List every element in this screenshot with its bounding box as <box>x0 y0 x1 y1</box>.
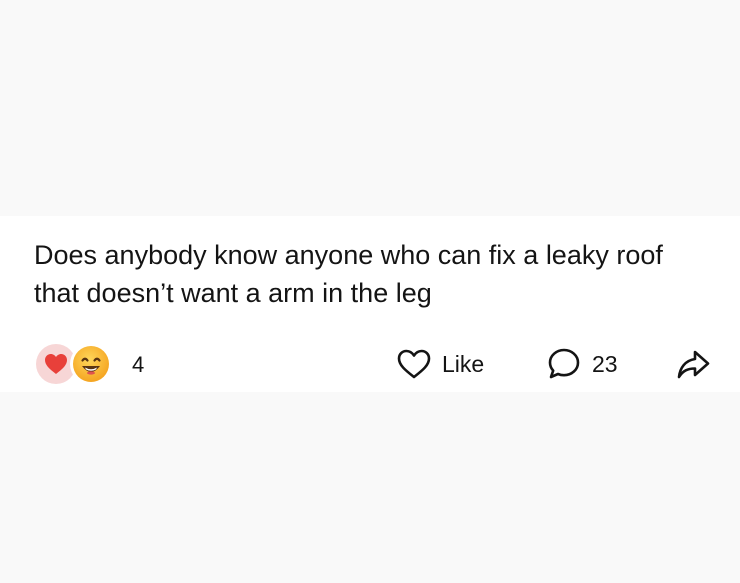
share-arrow-icon <box>677 350 710 379</box>
comment-bubble-icon <box>548 348 580 379</box>
smile-reaction-icon <box>70 343 112 385</box>
heart-icon <box>45 354 67 374</box>
like-label: Like <box>442 350 485 377</box>
reaction-count: 4 <box>132 352 145 377</box>
share-button[interactable] <box>675 346 711 382</box>
comment-count: 23 <box>592 350 618 377</box>
comment-button[interactable]: 23 <box>546 344 618 384</box>
heart-outline-icon <box>397 349 431 379</box>
reactions-summary[interactable]: 4 <box>36 343 144 385</box>
post-text: Does anybody know anyone who can fix a l… <box>34 240 663 308</box>
reaction-icons <box>36 343 114 385</box>
post-card: Does anybody know anyone who can fix a l… <box>0 216 740 392</box>
like-button[interactable]: Like <box>396 344 484 384</box>
smile-emoji-icon <box>73 346 109 382</box>
post-actions-bar: 4 Like 23 <box>0 342 740 386</box>
